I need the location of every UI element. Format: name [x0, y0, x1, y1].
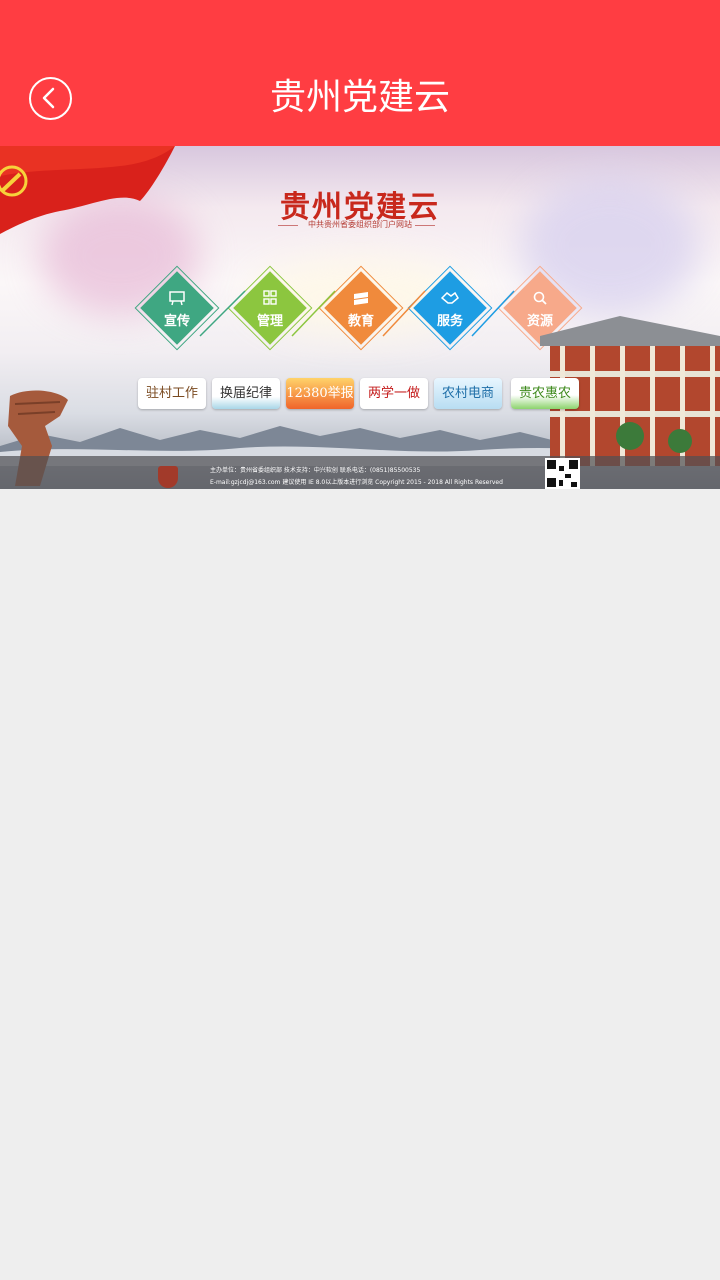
- tile-12380[interactable]: 12380举报: [286, 378, 354, 409]
- banner-image[interactable]: 贵州党建云 中共贵州省委组织部门户网站 宣传 管理 教育 服务 资源 驻村工作 …: [0, 146, 720, 489]
- app-header: 贵州党建云: [0, 0, 720, 146]
- footer-info: 主办单位：贵州省委组织部 技术支持：中兴软创 联系电话：(0851)855005…: [210, 467, 421, 474]
- party-emblem-icon: [158, 466, 178, 488]
- tile-zhucun[interactable]: 驻村工作: [138, 378, 206, 409]
- footer-copyright: E-mail:gzjcdj@163.com 建议使用 IE 8.0以上版本进行浏…: [210, 479, 503, 486]
- tile-huinong[interactable]: 贵农惠农: [511, 378, 579, 409]
- qr-code-icon: [545, 458, 580, 489]
- tile-huanjie[interactable]: 换届纪律: [212, 378, 280, 409]
- tile-liangxue[interactable]: 两学一做: [360, 378, 428, 409]
- tile-dianshang[interactable]: 农村电商: [434, 378, 502, 409]
- page-title: 贵州党建云: [269, 77, 450, 118]
